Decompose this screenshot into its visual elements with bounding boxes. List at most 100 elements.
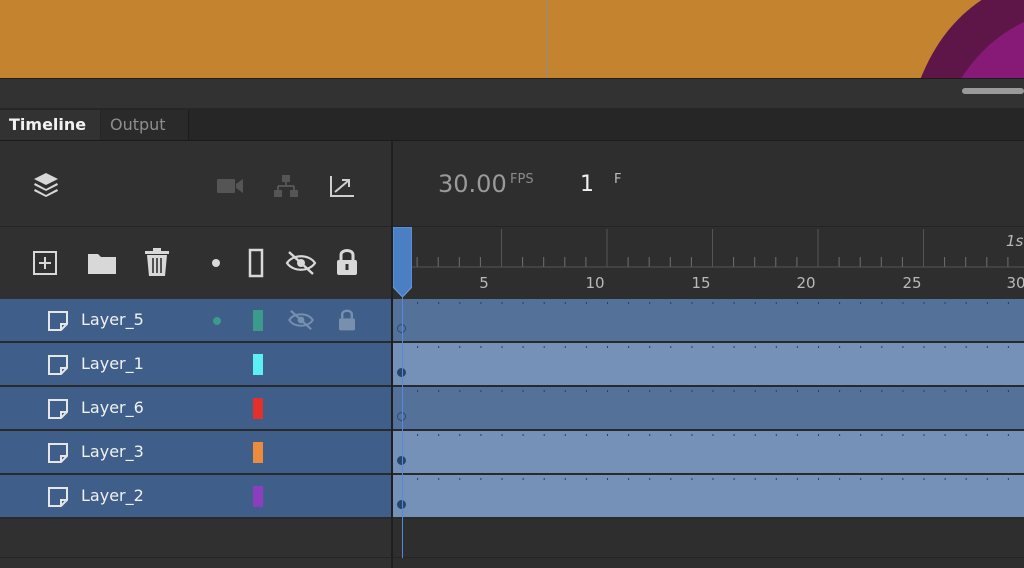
frame-marker bbox=[564, 390, 566, 392]
layer-color-swatch[interactable] bbox=[253, 310, 263, 331]
frame-marker bbox=[733, 434, 735, 436]
fps-value[interactable]: 30.00 bbox=[438, 170, 507, 198]
frame-marker bbox=[543, 434, 545, 436]
layer-row-layer-3[interactable]: Layer_3 bbox=[0, 431, 391, 475]
frame-marker bbox=[564, 346, 566, 348]
frame-row[interactable] bbox=[393, 475, 1024, 519]
layer-color-swatch[interactable] bbox=[253, 354, 263, 375]
frame-marker bbox=[986, 346, 988, 348]
frame-marker bbox=[438, 478, 440, 480]
frame-marker bbox=[712, 302, 714, 304]
highlight-dot-icon[interactable] bbox=[213, 317, 221, 325]
frame-marker bbox=[417, 434, 419, 436]
layer-row-layer-5[interactable]: Layer_5 bbox=[0, 299, 391, 343]
splitter-handle[interactable] bbox=[962, 88, 1024, 94]
frame-markers bbox=[417, 478, 1009, 480]
hierarchy-icon[interactable] bbox=[270, 170, 302, 202]
frame-marker bbox=[965, 434, 967, 436]
lock-icon[interactable] bbox=[337, 308, 357, 332]
frame-marker bbox=[944, 302, 946, 304]
frame-marker bbox=[923, 302, 925, 304]
folder-icon[interactable] bbox=[86, 247, 118, 279]
frame-marker bbox=[712, 434, 714, 436]
layer-row-layer-6[interactable]: Layer_6 bbox=[0, 387, 391, 431]
frame-marker bbox=[839, 434, 841, 436]
camera-icon[interactable] bbox=[214, 170, 246, 202]
frame-marker bbox=[459, 434, 461, 436]
frame-marker bbox=[881, 390, 883, 392]
frame-marker bbox=[818, 302, 819, 304]
tab-output[interactable]: Output bbox=[101, 110, 189, 140]
frame-marker bbox=[459, 346, 461, 348]
playhead-handle[interactable] bbox=[393, 227, 412, 297]
frame-marker bbox=[818, 434, 819, 436]
ruler-tick-label: 25 bbox=[902, 274, 922, 292]
layer-name[interactable]: Layer_1 bbox=[81, 354, 144, 373]
frame-row[interactable] bbox=[393, 431, 1024, 475]
layer-row-layer-1[interactable]: Layer_1 bbox=[0, 343, 391, 387]
frame-marker bbox=[691, 478, 693, 480]
lock-icon[interactable] bbox=[331, 246, 363, 278]
frame-marker bbox=[902, 390, 904, 392]
layer-color-swatch[interactable] bbox=[253, 398, 263, 419]
trash-icon[interactable] bbox=[141, 246, 173, 278]
layer-color-swatch[interactable] bbox=[253, 486, 263, 507]
layer-row-layer-2[interactable]: Layer_2 bbox=[0, 475, 391, 519]
frame-marker bbox=[775, 302, 777, 304]
frame-marker bbox=[501, 478, 503, 480]
frame-marker bbox=[417, 346, 419, 348]
frame-row[interactable] bbox=[393, 343, 1024, 387]
frame-marker bbox=[944, 390, 946, 392]
frame-marker bbox=[649, 478, 651, 480]
stage-shape[interactable] bbox=[900, 0, 1024, 78]
frame-markers bbox=[417, 302, 1009, 304]
frame-marker bbox=[670, 390, 672, 392]
frame-marker bbox=[522, 434, 524, 436]
frame-marker bbox=[860, 390, 862, 392]
frame-marker bbox=[649, 346, 651, 348]
frame-marker bbox=[944, 346, 946, 348]
frame-marker bbox=[944, 434, 946, 436]
frame-marker bbox=[818, 478, 819, 480]
frame-row[interactable] bbox=[393, 387, 1024, 431]
frame-marker bbox=[564, 302, 566, 304]
current-frame-value[interactable]: 1 bbox=[580, 172, 594, 197]
frame-marker bbox=[754, 434, 756, 436]
layer-name[interactable]: Layer_2 bbox=[81, 486, 144, 505]
highlight-dot-icon[interactable] bbox=[212, 259, 220, 267]
visibility-icon[interactable] bbox=[285, 247, 317, 279]
graph-icon[interactable] bbox=[326, 170, 358, 202]
frame-marker bbox=[902, 346, 904, 348]
frame-marker bbox=[501, 434, 503, 436]
frame-marker bbox=[480, 390, 482, 392]
frame-marker bbox=[796, 346, 798, 348]
frame-marker bbox=[543, 390, 545, 392]
frame-marker bbox=[459, 390, 461, 392]
stage-canvas[interactable] bbox=[0, 0, 1024, 78]
frame-marker bbox=[670, 478, 672, 480]
layer-name[interactable]: Layer_6 bbox=[81, 398, 144, 417]
ruler-tick-label: 30 bbox=[1006, 274, 1024, 292]
frame-marker bbox=[649, 434, 651, 436]
frame-marker bbox=[796, 478, 798, 480]
frame-markers bbox=[417, 434, 1009, 436]
frame-marker bbox=[417, 390, 419, 392]
frame-marker bbox=[965, 346, 967, 348]
layers-icon[interactable] bbox=[30, 169, 62, 201]
ruler-tick-label: 5 bbox=[479, 274, 489, 292]
frame-row[interactable] bbox=[393, 299, 1024, 343]
layer-name[interactable]: Layer_5 bbox=[81, 310, 144, 329]
new-layer-icon[interactable] bbox=[29, 247, 61, 279]
frame-marker bbox=[543, 478, 545, 480]
visibility-icon[interactable] bbox=[287, 309, 315, 331]
frame-marker bbox=[965, 390, 967, 392]
frame-marker bbox=[480, 478, 482, 480]
frame-marker bbox=[818, 346, 819, 348]
outline-icon[interactable] bbox=[240, 247, 272, 279]
layer-name[interactable]: Layer_3 bbox=[81, 442, 144, 461]
layer-color-swatch[interactable] bbox=[253, 442, 263, 463]
frame-marker bbox=[649, 390, 651, 392]
tab-timeline[interactable]: Timeline bbox=[0, 110, 100, 140]
frame-marker bbox=[438, 302, 440, 304]
fps-unit-label: FPS bbox=[510, 172, 534, 187]
